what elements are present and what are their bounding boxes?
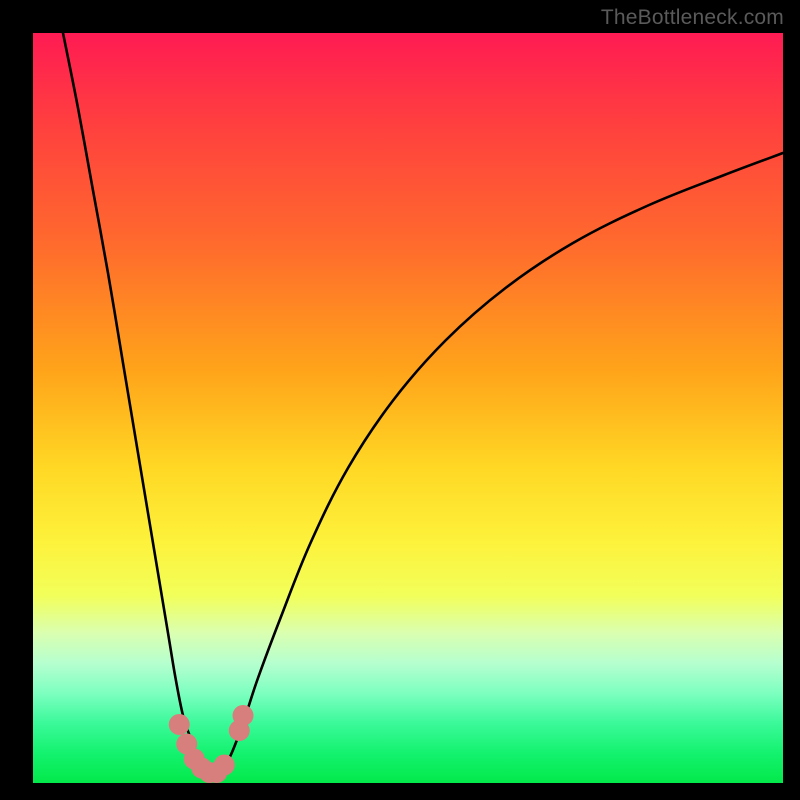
marker-point-6 (214, 755, 235, 776)
chart-frame: TheBottleneck.com (0, 0, 800, 800)
attribution-label: TheBottleneck.com (601, 6, 784, 30)
markers-group (169, 705, 254, 783)
plot-area (33, 33, 783, 783)
series-right-branch (213, 153, 783, 774)
chart-svg (33, 33, 783, 783)
marker-point-8 (233, 705, 254, 726)
series-left-branch (63, 33, 213, 774)
marker-point-0 (169, 714, 190, 735)
series-group (63, 33, 783, 774)
